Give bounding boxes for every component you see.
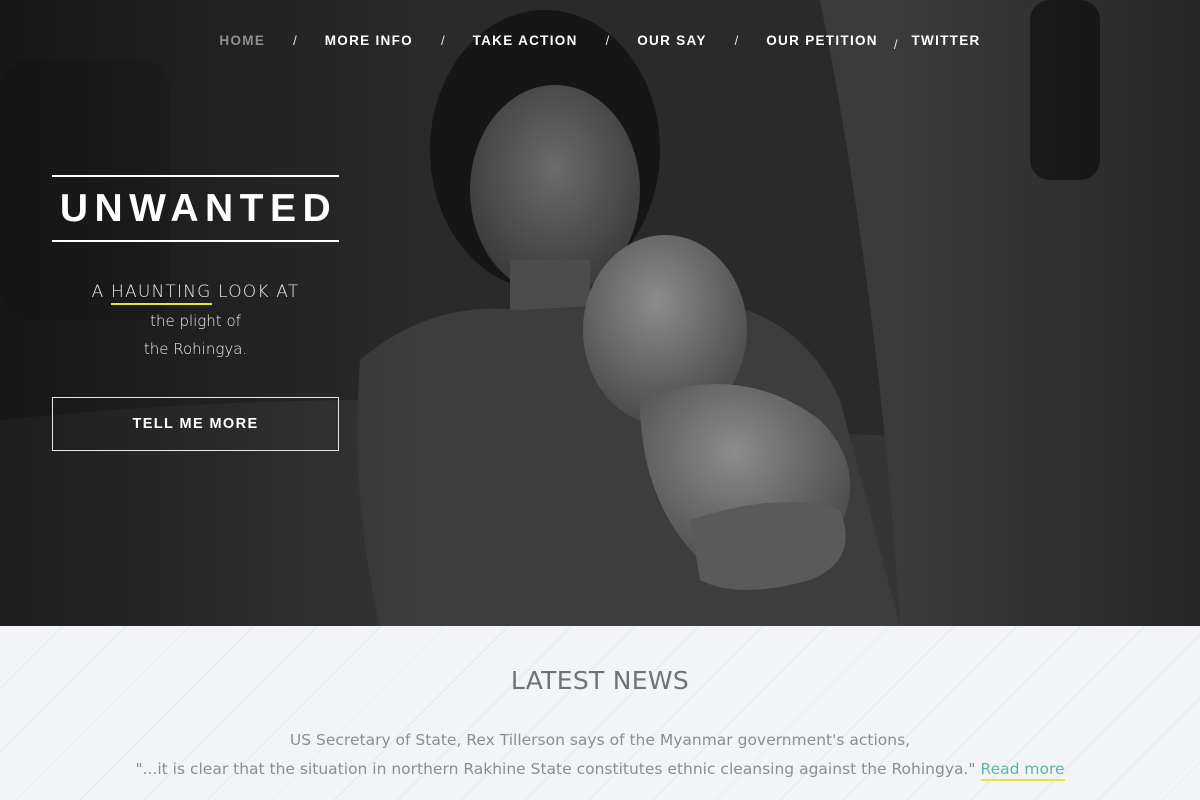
nav-our-petition[interactable]: OUR PETITION (766, 33, 878, 48)
nav-separator: / (893, 36, 898, 52)
tagline-suffix: LOOK AT (218, 282, 300, 302)
news-line-2: "...it is clear that the situation in no… (0, 760, 1200, 781)
tagline-line-2: the plight of (150, 312, 241, 330)
read-more-link[interactable]: Read more (980, 760, 1065, 781)
hero-tagline: A HAUNTING LOOK AT the plight of the Roh… (52, 279, 339, 363)
latest-news-heading: LATEST NEWS (510, 666, 690, 695)
nav-our-say[interactable]: OUR SAY (637, 33, 706, 48)
nav-separator: / (293, 32, 297, 48)
news-quote: "...it is clear that the situation in no… (135, 760, 976, 778)
hero-title-block: UNWANTED (52, 175, 339, 242)
tagline-line-1: A HAUNTING LOOK AT (52, 279, 339, 305)
tagline-prefix: A (91, 282, 105, 302)
latest-news-section: LATEST NEWS US Secretary of State, Rex T… (0, 626, 1200, 800)
news-line-1: US Secretary of State, Rex Tillerson say… (289, 731, 911, 749)
nav-separator: / (605, 32, 610, 48)
nav-twitter[interactable]: TWITTER (911, 33, 980, 48)
nav-more-info[interactable]: MORE INFO (325, 33, 413, 48)
main-nav: HOME / MORE INFO / TAKE ACTION / OUR SAY… (0, 30, 1200, 52)
hero-title: UNWANTED (59, 186, 338, 230)
tell-me-more-button[interactable]: TELL ME MORE (52, 397, 339, 451)
nav-separator: / (440, 32, 445, 48)
nav-home[interactable]: HOME (219, 33, 265, 48)
tagline-highlight: HAUNTING (111, 282, 212, 305)
tagline-line-3: the Rohingya. (143, 340, 248, 358)
nav-separator: / (734, 32, 739, 48)
nav-take-action[interactable]: TAKE ACTION (473, 33, 578, 48)
hero-section: HOME / MORE INFO / TAKE ACTION / OUR SAY… (0, 0, 1200, 626)
